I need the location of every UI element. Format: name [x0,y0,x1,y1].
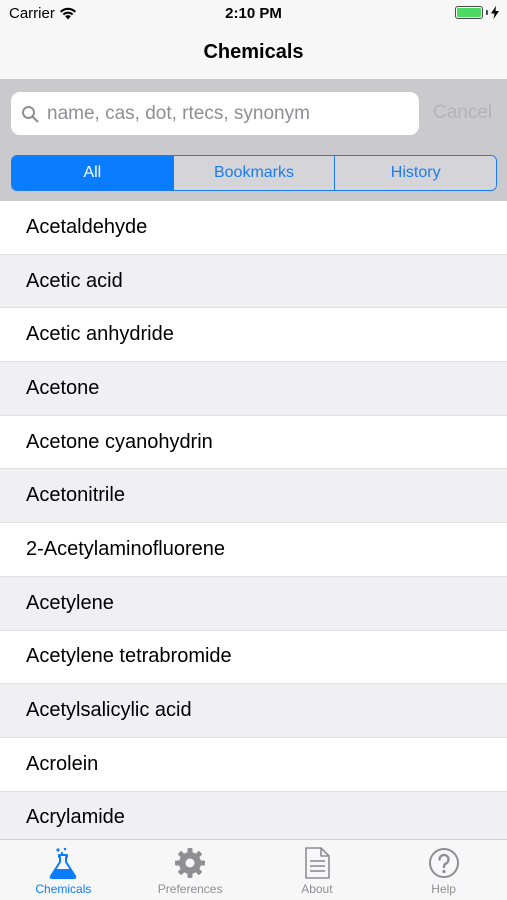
list-item[interactable]: 2-Acetylaminofluorene [0,523,507,577]
list-item[interactable]: Acetic acid [0,254,507,309]
segment-all[interactable]: All [12,156,174,190]
tab-preferences[interactable]: Preferences [127,840,254,900]
status-bar: Carrier 2:10 PM [0,0,507,28]
navigation-bar: Chemicals [0,28,507,79]
list-item[interactable]: Acrolein [0,737,507,792]
scope-segmented-control: All Bookmarks History [11,155,497,191]
gear-icon [175,848,206,878]
search-field[interactable] [11,92,419,135]
question-icon [428,848,459,878]
tab-label: About [301,882,333,896]
bolt-icon [491,6,499,19]
list-item[interactable]: Acetylene [0,576,507,631]
search-input[interactable] [47,102,407,125]
battery-icon [455,6,483,19]
segment-bookmarks[interactable]: Bookmarks [173,156,336,190]
tab-label: Chemicals [35,882,92,896]
search-area: Cancel All Bookmarks History [0,79,507,201]
tab-label: Help [431,882,456,896]
list-item[interactable]: Acetone cyanohydrin [0,415,507,470]
tab-about[interactable]: About [254,840,381,900]
battery-indicator [455,6,499,19]
tab-label: Preferences [157,882,223,896]
page-title: Chemicals [203,41,304,63]
list-item[interactable]: Acetic anhydride [0,308,507,363]
document-icon [305,847,330,879]
search-icon [22,105,39,122]
flask-icon [50,847,77,879]
chemical-list: Acetaldehyde Acetic acid Acetic anhydrid… [0,201,507,839]
tab-help[interactable]: Help [380,840,507,900]
battery-tip [486,10,488,15]
cancel-button[interactable]: Cancel [433,102,492,124]
tab-chemicals[interactable]: Chemicals [0,840,127,900]
list-item[interactable]: Acetylene tetrabromide [0,630,507,685]
tab-bar: Chemicals Preferences About Help [0,839,507,900]
list-item[interactable]: Acetone [0,362,507,416]
list-item[interactable]: Acetonitrile [0,469,507,524]
list-item[interactable]: Acrylamide [0,791,507,839]
list-item[interactable]: Acetaldehyde [0,201,507,255]
list-item[interactable]: Acetylsalicylic acid [0,684,507,738]
status-time: 2:10 PM [225,5,282,22]
segment-history[interactable]: History [335,156,496,190]
battery-fill [457,8,481,17]
